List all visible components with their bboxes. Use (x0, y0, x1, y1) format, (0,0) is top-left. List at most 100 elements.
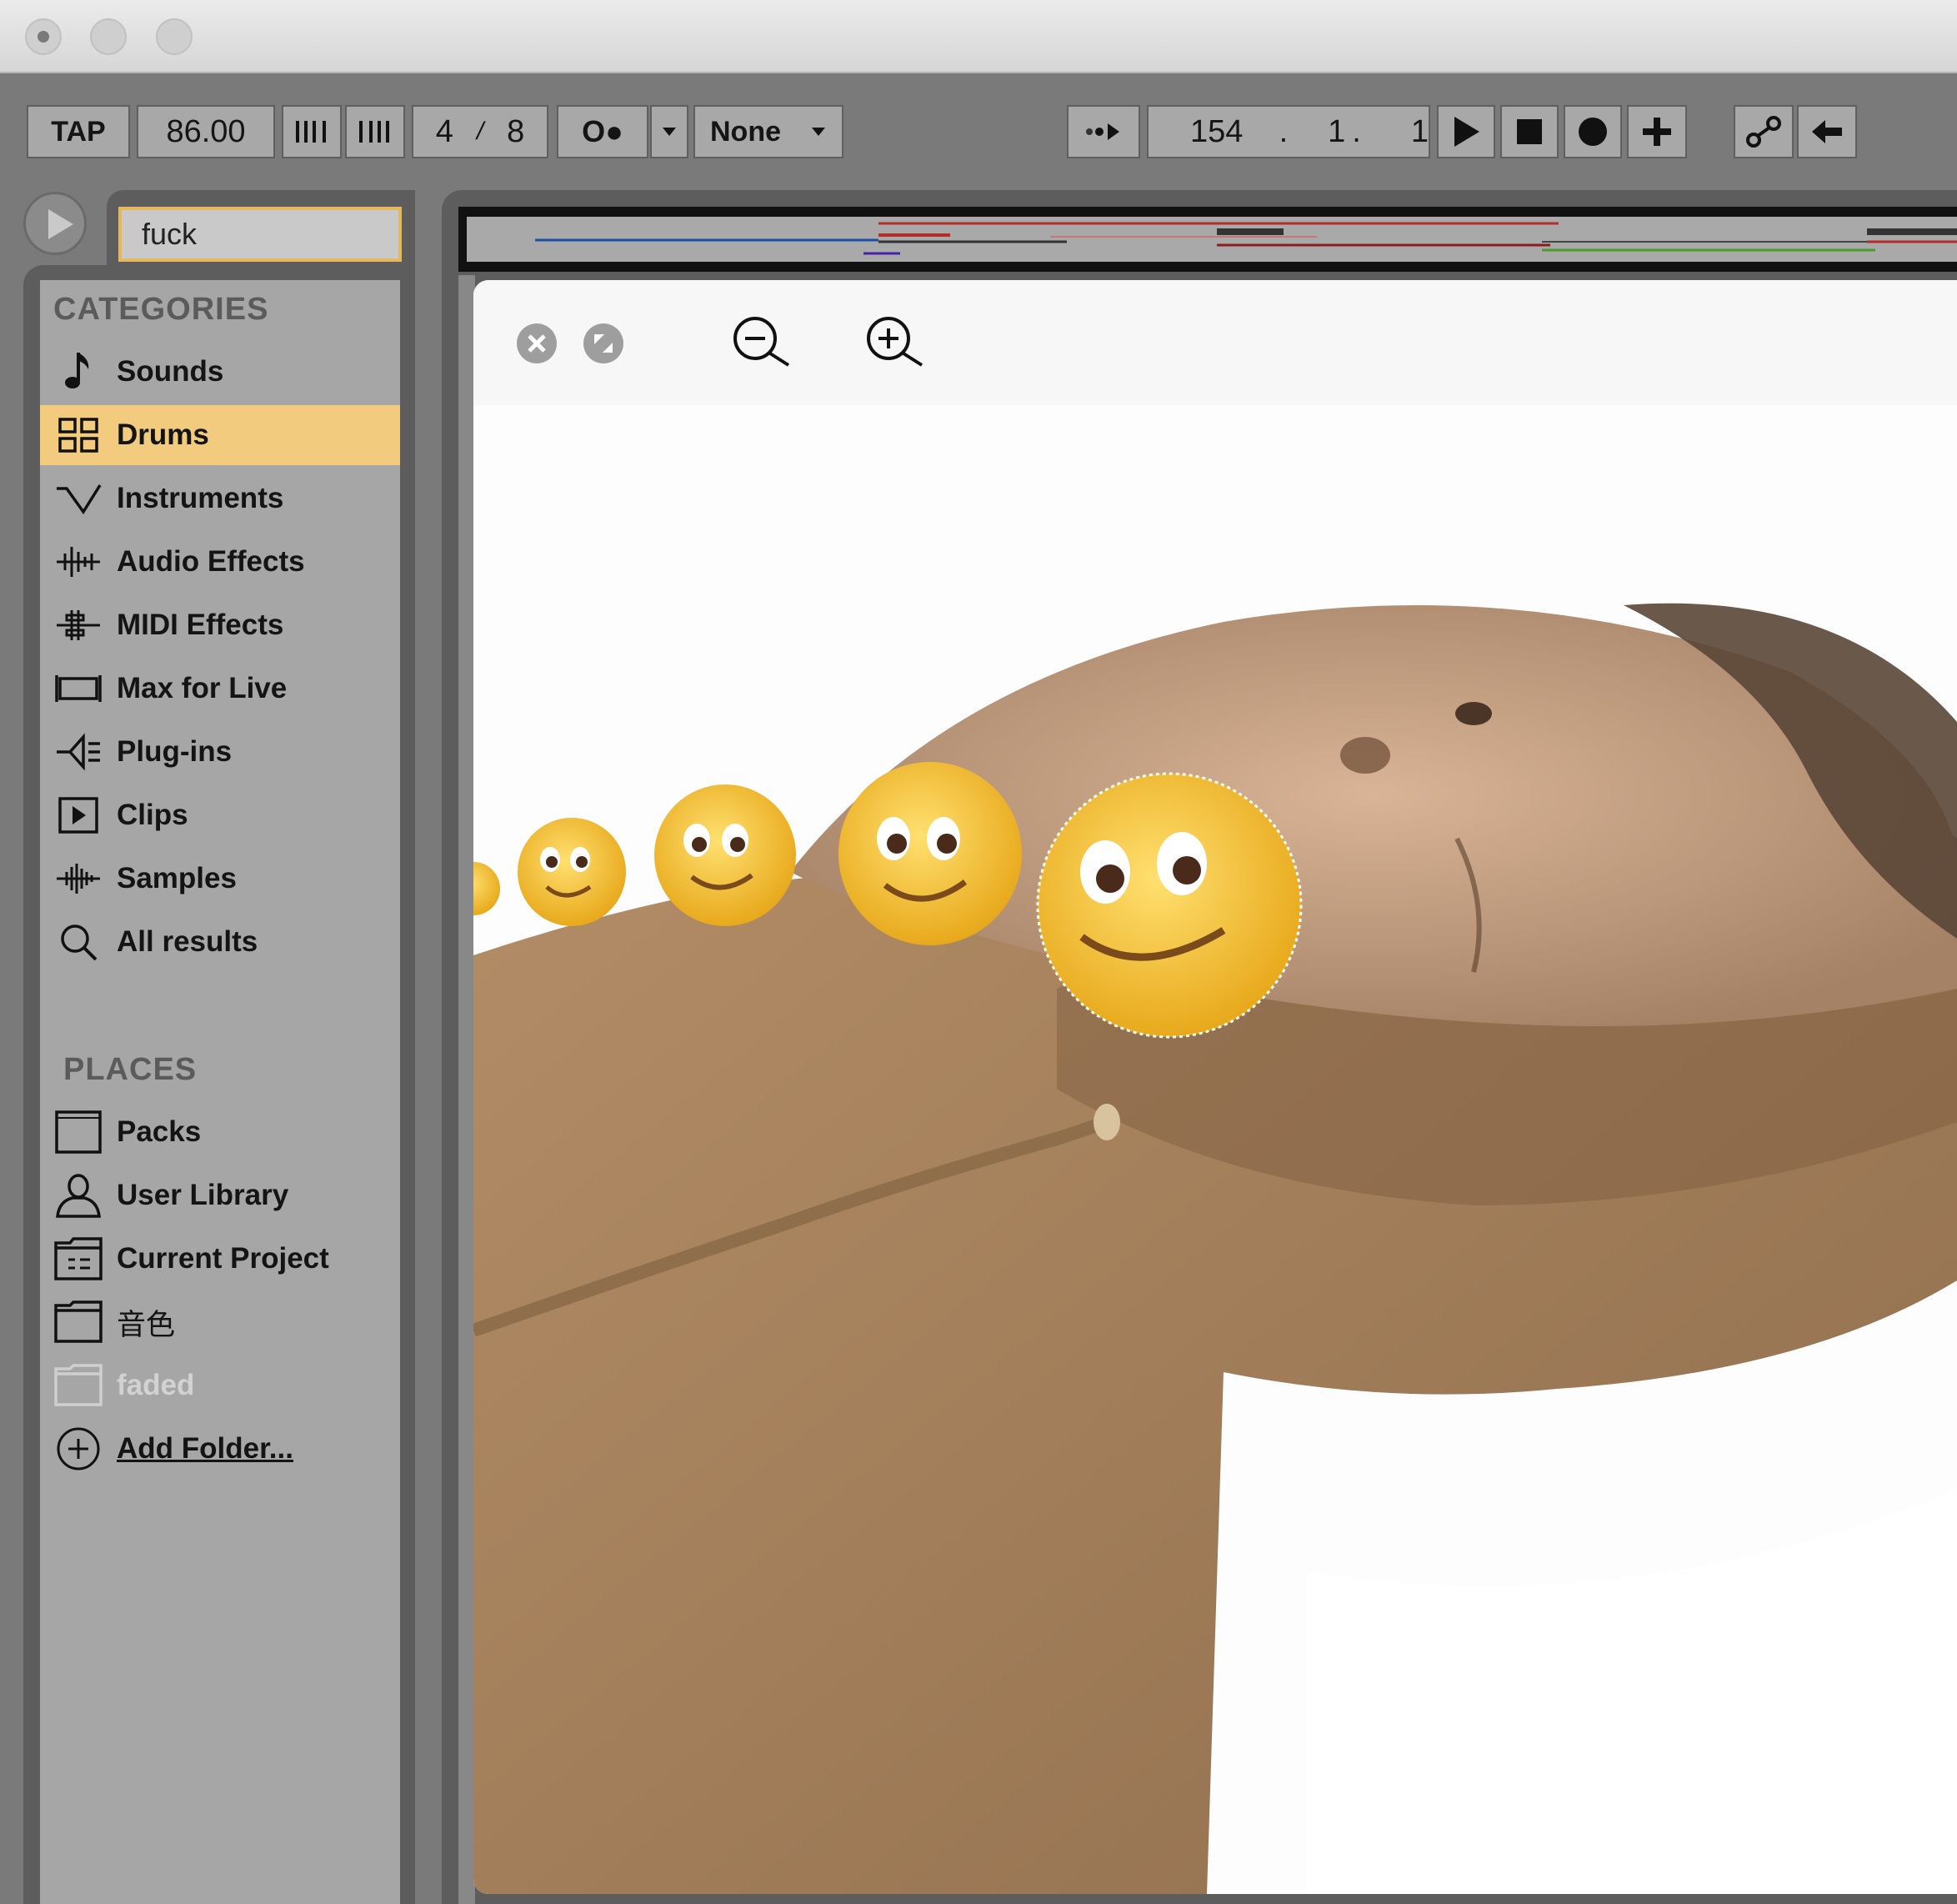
folder-icon (53, 1297, 103, 1347)
place-label: Current Project (117, 1242, 329, 1275)
overdub-button[interactable] (1627, 105, 1687, 158)
category-label: Samples (117, 862, 237, 894)
quantize-value: None (710, 115, 781, 148)
nudge-down-icon (296, 121, 326, 143)
song-position[interactable]: 154 . 1 . 1 (1147, 105, 1430, 158)
place-label: 音色 (117, 1308, 176, 1341)
place-user-library[interactable]: User Library (40, 1165, 400, 1225)
metronome-menu-button[interactable] (650, 105, 688, 158)
nudge-down-button[interactable] (282, 105, 342, 158)
record-button[interactable] (1564, 105, 1622, 158)
control-bar: TAP 86.00 4 / 8 O● None 154 . 1 . 1 (0, 73, 1957, 190)
tap-tempo-button[interactable]: TAP (27, 105, 130, 158)
plug-icon (53, 727, 103, 777)
places-title: PLACES (63, 1052, 198, 1087)
zoom-in-button[interactable] (863, 315, 927, 373)
category-clips[interactable]: Clips (40, 785, 400, 845)
position-dot-2: . (1352, 113, 1361, 149)
chevron-down-icon (663, 128, 676, 136)
fullscreen-icon (583, 323, 623, 363)
max-icon (53, 664, 103, 714)
position-dot-1: . (1279, 113, 1289, 149)
automation-icon (1746, 116, 1781, 148)
smiley-icon (518, 818, 626, 926)
category-midi-effects[interactable]: MIDI Effects (40, 595, 400, 655)
smiley-icon (654, 784, 796, 926)
folder-icon (53, 1360, 103, 1410)
plus-icon (1643, 118, 1671, 146)
position-sixteenth[interactable]: 1 (1411, 114, 1429, 150)
category-label: All results (117, 925, 258, 958)
tempo-field[interactable]: 86.00 (137, 105, 275, 158)
metronome-label: O● (582, 114, 623, 148)
smiley-icon (838, 762, 1022, 945)
title-bar (0, 0, 1957, 73)
place-folder-faded[interactable]: faded (40, 1355, 400, 1415)
viewer-fullscreen-button[interactable] (582, 322, 625, 369)
category-all-results[interactable]: All results (40, 912, 400, 972)
place-label: Packs (117, 1115, 202, 1148)
categories-title: CATEGORIES (53, 292, 269, 327)
category-label: Drums (117, 418, 209, 451)
quantize-select[interactable]: None (693, 105, 843, 158)
browser-sidebar: CATEGORIES Sounds Drums Instruments Audi… (40, 280, 400, 1904)
category-sounds[interactable]: Sounds (40, 342, 400, 402)
image-viewer (473, 280, 1957, 1894)
audio-effect-icon (53, 537, 103, 587)
app-window: TAP 86.00 4 / 8 O● None 154 . 1 . 1 fuck… (0, 0, 1957, 1904)
category-label: Max for Live (117, 672, 288, 704)
place-current-project[interactable]: Current Project (40, 1229, 400, 1289)
preview-play-button[interactable] (23, 192, 87, 255)
follow-icon (1086, 123, 1119, 140)
place-packs[interactable]: Packs (40, 1102, 400, 1162)
zoom-window-button[interactable] (156, 18, 193, 55)
category-max-for-live[interactable]: Max for Live (40, 659, 400, 719)
category-plug-ins[interactable]: Plug-ins (40, 722, 400, 782)
nudge-up-button[interactable] (345, 105, 405, 158)
automation-arm-button[interactable] (1734, 105, 1794, 158)
place-label: faded (117, 1369, 195, 1401)
zoom-out-icon (733, 317, 790, 367)
image-viewer-toolbar (473, 280, 1957, 405)
time-signature-numerator[interactable]: 4 (436, 114, 453, 150)
follow-button[interactable] (1067, 105, 1140, 158)
category-instruments[interactable]: Instruments (40, 468, 400, 529)
stop-icon (1517, 119, 1542, 144)
category-label: MIDI Effects (117, 609, 284, 641)
overview-track-area (467, 217, 1957, 262)
category-label: Audio Effects (117, 545, 305, 578)
viewer-close-button[interactable] (515, 322, 558, 369)
clip-icon (53, 790, 103, 840)
search-input[interactable]: fuck (118, 207, 402, 262)
stop-button[interactable] (1500, 105, 1559, 158)
nudge-up-icon (359, 121, 389, 143)
metronome-button[interactable]: O● (557, 105, 648, 158)
category-samples[interactable]: Samples (40, 849, 400, 909)
position-beat[interactable]: 1 (1328, 114, 1345, 150)
zoom-in-icon (867, 317, 923, 367)
place-label: User Library (117, 1179, 289, 1211)
time-signature-separator: / (476, 118, 484, 145)
back-to-arrangement-button[interactable] (1797, 105, 1857, 158)
chevron-down-icon (812, 128, 825, 136)
play-button[interactable] (1437, 105, 1495, 158)
note-icon (53, 347, 103, 397)
user-icon (53, 1170, 103, 1220)
category-drums[interactable]: Drums (40, 405, 400, 465)
zoom-out-button[interactable] (730, 315, 793, 373)
wave-icon (53, 473, 103, 524)
play-icon (1454, 117, 1479, 147)
add-folder-button[interactable]: Add Folder... (40, 1419, 400, 1479)
category-audio-effects[interactable]: Audio Effects (40, 532, 400, 592)
search-icon (53, 917, 103, 967)
time-signature-denominator[interactable]: 8 (507, 114, 524, 150)
position-bar[interactable]: 154 (1190, 114, 1273, 150)
place-folder-timbre[interactable]: 音色 (40, 1292, 400, 1352)
arrangement-overview[interactable] (458, 207, 1957, 272)
close-icon (517, 323, 557, 363)
add-icon (53, 1424, 103, 1474)
minimize-window-button[interactable] (90, 18, 127, 55)
midi-effect-icon (53, 600, 103, 650)
close-window-button[interactable] (25, 18, 62, 55)
time-signature[interactable]: 4 / 8 (412, 105, 548, 158)
